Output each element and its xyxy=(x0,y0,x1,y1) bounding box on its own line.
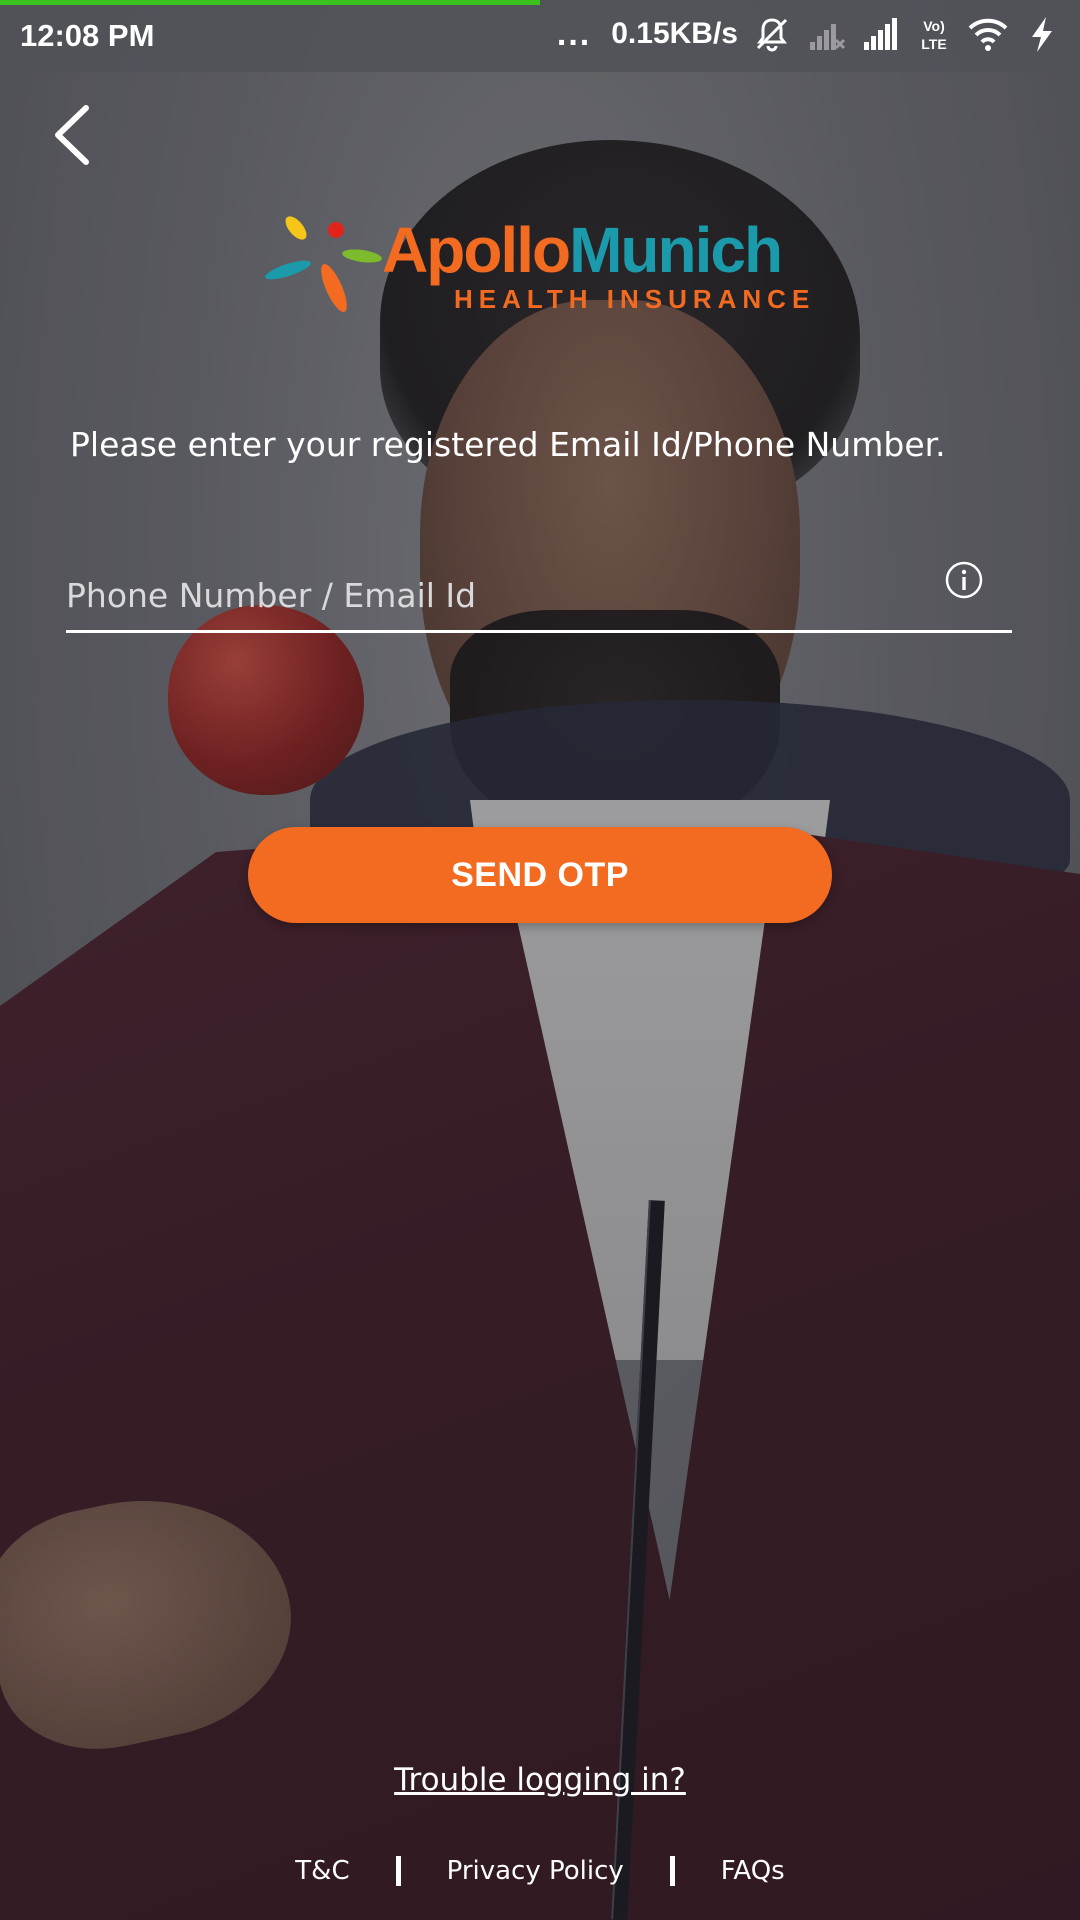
login-field xyxy=(66,560,1012,633)
signal-empty-icon xyxy=(810,24,846,50)
terms-link[interactable]: T&C xyxy=(295,1856,349,1886)
network-speed: 0.15KB/s xyxy=(611,17,738,50)
apollo-munich-logo: ApolloMunich HEALTH INSURANCE xyxy=(262,212,822,322)
login-screen: 12:08 PM ... 0.15KB/s Vo) LTE ApolloMuni… xyxy=(0,0,1080,1920)
wifi-icon xyxy=(968,18,1008,51)
status-time: 12:08 PM xyxy=(20,18,155,53)
send-otp-button[interactable]: SEND OTP xyxy=(248,827,832,923)
status-bar: 12:08 PM ... 0.15KB/s Vo) LTE xyxy=(0,0,1080,72)
footer-links: T&C Privacy Policy FAQs xyxy=(0,1856,1080,1886)
trouble-logging-in-link[interactable]: Trouble logging in? xyxy=(0,1762,1080,1798)
logo-wordmark: ApolloMunich xyxy=(382,214,783,286)
chevron-left-icon[interactable] xyxy=(44,100,104,170)
more-notifications-dots: ... xyxy=(556,14,592,53)
footer-divider xyxy=(395,1856,401,1886)
svg-text:LTE: LTE xyxy=(921,36,946,52)
volte-icon: Vo) LTE xyxy=(921,18,946,52)
faqs-link[interactable]: FAQs xyxy=(721,1856,785,1886)
page-load-progress xyxy=(0,0,1080,5)
info-circle-icon[interactable] xyxy=(944,560,984,600)
privacy-policy-link[interactable]: Privacy Policy xyxy=(447,1856,624,1886)
signal-full-icon xyxy=(864,18,897,50)
login-prompt: Please enter your registered Email Id/Ph… xyxy=(70,425,946,464)
phone-email-input[interactable] xyxy=(66,568,926,622)
svg-text:Vo): Vo) xyxy=(923,18,945,34)
logo-figure-icon xyxy=(265,216,382,312)
logo-subtitle: HEALTH INSURANCE xyxy=(454,284,816,314)
footer-divider xyxy=(669,1856,675,1886)
charging-icon xyxy=(1032,17,1052,52)
mute-bell-icon xyxy=(756,18,788,52)
